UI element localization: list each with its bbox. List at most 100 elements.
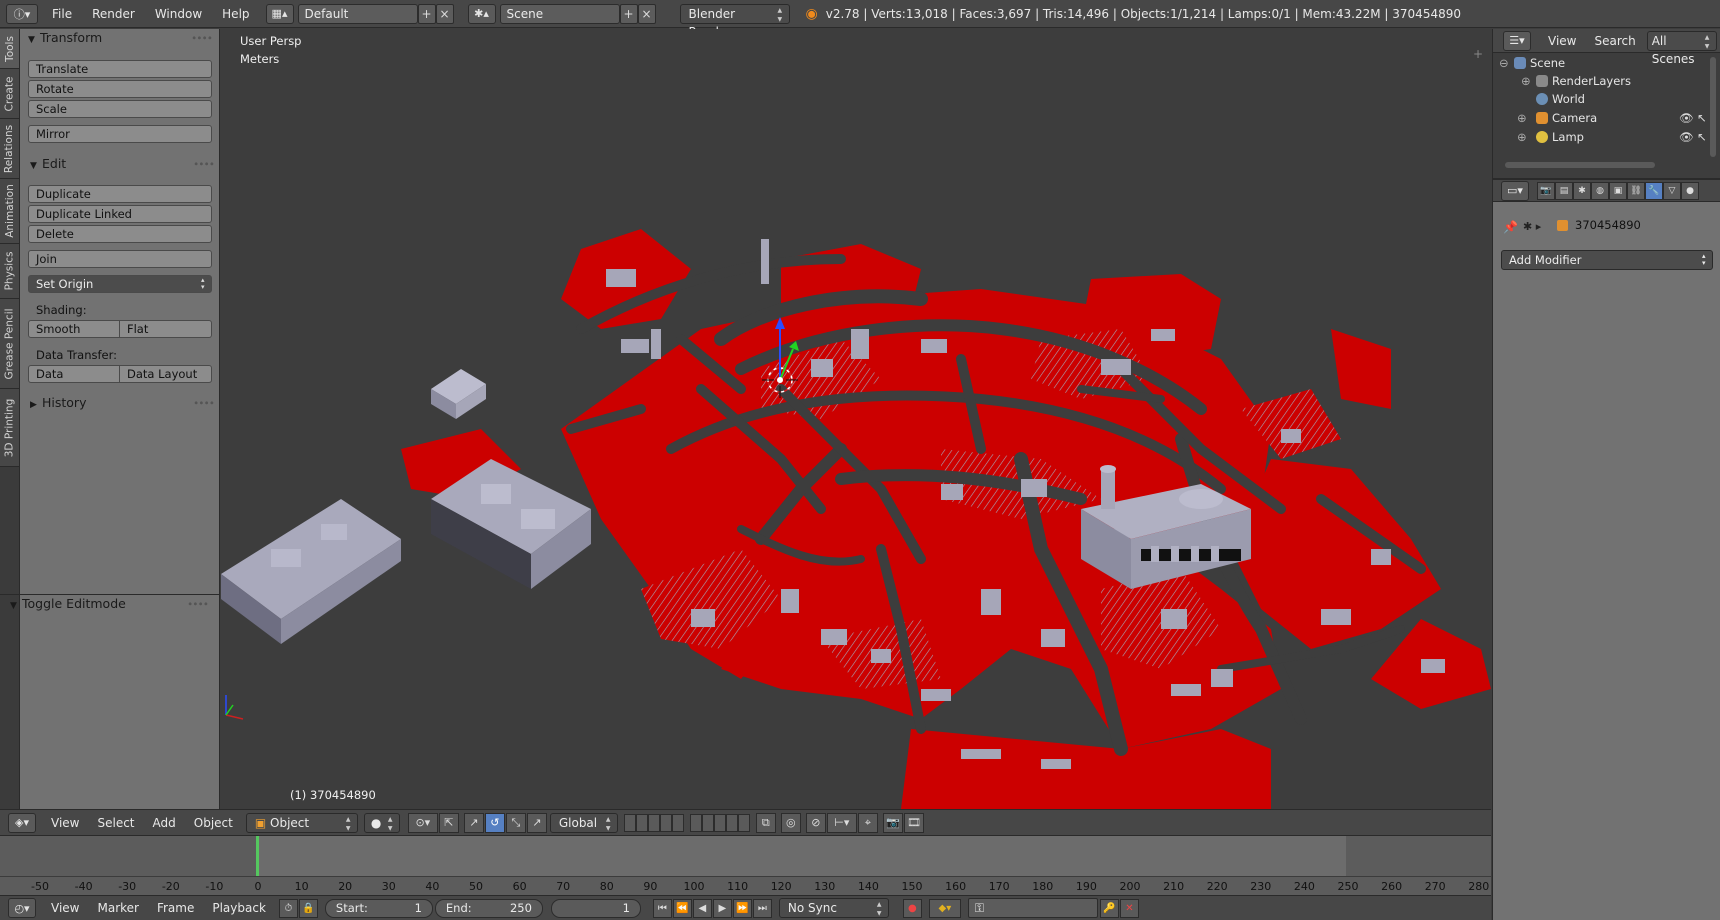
jump-end-icon[interactable]: ⏭ xyxy=(752,898,772,918)
material-tab-icon[interactable]: ● xyxy=(1681,181,1699,200)
object-tab-icon[interactable]: ▣ xyxy=(1609,181,1627,200)
renderlayer-tab-icon[interactable]: ▤ xyxy=(1555,181,1573,200)
menu-window[interactable]: Window xyxy=(145,0,212,28)
tab-animation[interactable]: Animation xyxy=(0,179,19,244)
render-tab-icon[interactable]: 📷 xyxy=(1537,181,1555,200)
scene-tab-icon[interactable]: ✱ xyxy=(1573,181,1591,200)
menu-playback[interactable]: Playback xyxy=(203,901,275,915)
proportional-edit-icon[interactable]: ◎ xyxy=(780,812,801,833)
selectability-cursor-icon[interactable]: ↖ xyxy=(1697,109,1707,128)
insert-keyframe-icon[interactable]: 🔑 xyxy=(1099,898,1119,918)
menu-help[interactable]: Help xyxy=(212,0,259,28)
menu-add[interactable]: Add xyxy=(144,816,185,830)
mirror-button[interactable]: Mirror xyxy=(28,125,212,143)
expand-icon[interactable]: ⊕ xyxy=(1521,72,1531,91)
menu-timeline-view[interactable]: View xyxy=(42,901,88,915)
play-reverse-icon[interactable]: ◀ xyxy=(692,898,712,918)
layer-buttons-a[interactable] xyxy=(623,813,684,832)
outliner-row-world[interactable]: World xyxy=(1493,90,1713,109)
drag-grip-icon[interactable]: ∙∙∙∙ xyxy=(193,156,215,174)
drag-grip-icon[interactable]: ∙∙∙∙ xyxy=(187,596,209,614)
pin-icon[interactable]: 📌 xyxy=(1503,220,1518,234)
keying-set-field[interactable]: ⚿ xyxy=(967,898,1098,918)
snap-element-icon[interactable]: ⊢▾ xyxy=(826,812,857,833)
selectability-cursor-icon[interactable]: ↖ xyxy=(1697,128,1707,147)
manipulator-toggle-icon[interactable]: ⇱ xyxy=(438,812,459,833)
data-tab-icon[interactable]: ▽ xyxy=(1663,181,1681,200)
render-animation-icon[interactable]: 🎞 xyxy=(903,812,924,833)
duplicate-button[interactable]: Duplicate xyxy=(28,185,212,203)
play-icon[interactable]: ▶ xyxy=(712,898,732,918)
keying-set-icon[interactable]: ◆▾ xyxy=(928,898,961,918)
add-region-button[interactable]: + xyxy=(1473,47,1483,61)
delete-keyframe-icon[interactable]: ✕ xyxy=(1119,898,1139,918)
jump-keyframe-back-icon[interactable]: ⏪ xyxy=(672,898,692,918)
outliner-menu-view[interactable]: View xyxy=(1539,34,1585,48)
panel-edit-header[interactable]: ▼ Edit ∙∙∙∙ xyxy=(30,155,216,173)
menu-file[interactable]: File xyxy=(42,0,82,28)
record-icon[interactable]: ● xyxy=(902,898,922,918)
constraints-tab-icon[interactable]: ⛓ xyxy=(1627,181,1645,200)
scale-manipulator-icon[interactable]: ⤡ xyxy=(505,812,526,833)
data-transfer-button[interactable]: Data xyxy=(28,365,120,383)
jump-start-icon[interactable]: ⏮ xyxy=(652,898,672,918)
tab-grease-pencil[interactable]: Grease Pencil xyxy=(0,299,19,389)
set-origin-select[interactable]: Set Origin xyxy=(28,275,212,293)
scene-field[interactable]: Scene xyxy=(499,3,620,24)
tab-relations[interactable]: Relations xyxy=(0,119,19,179)
shade-smooth-button[interactable]: Smooth xyxy=(28,320,120,338)
add-layout-button[interactable]: + xyxy=(417,3,436,24)
panel-history-header[interactable]: ▶ History ∙∙∙∙ xyxy=(30,394,216,412)
remove-scene-button[interactable]: × xyxy=(637,3,656,24)
outliner-row-lamp[interactable]: ⊕ Lamp 👁 ↖ xyxy=(1493,128,1713,147)
tab-3d-printing[interactable]: 3D Printing xyxy=(0,389,19,467)
layer-buttons-b[interactable] xyxy=(689,813,750,832)
menu-marker[interactable]: Marker xyxy=(88,901,147,915)
expand-icon[interactable]: ⊕ xyxy=(1517,109,1527,128)
jump-keyframe-forward-icon[interactable]: ⏩ xyxy=(732,898,752,918)
panel-transform-header[interactable]: ▼ Transform ∙∙∙∙ xyxy=(28,29,214,47)
menu-select[interactable]: Select xyxy=(88,816,143,830)
outliner-display-mode-select[interactable]: All Scenes xyxy=(1646,30,1717,66)
scene-icon-button[interactable]: ✱▴ xyxy=(467,3,496,24)
transform-orientation-select[interactable]: Global xyxy=(549,812,618,833)
3d-viewport[interactable]: User Persp Meters (1) 370454890 + xyxy=(221,29,1491,809)
preview-range-icon[interactable]: ⏱ xyxy=(278,898,298,918)
translate-manipulator-icon[interactable]: ↗ xyxy=(463,812,484,833)
start-frame-field[interactable]: Start: 1 xyxy=(324,898,433,918)
render-engine-select[interactable]: Blender Render xyxy=(679,3,790,39)
collapse-icon[interactable]: ⊖ xyxy=(1499,54,1509,73)
info-editor-type-button[interactable]: ⓘ▾ xyxy=(6,3,38,24)
interaction-mode-select[interactable]: ▣ Object Mode xyxy=(245,812,358,848)
outliner-menu-search[interactable]: Search xyxy=(1585,34,1644,48)
tab-physics[interactable]: Physics xyxy=(0,244,19,299)
modifiers-tab-icon[interactable]: 🔧 xyxy=(1645,181,1663,200)
sync-mode-select[interactable]: No Sync xyxy=(778,898,889,918)
outliner-row-camera[interactable]: ⊕ Camera 👁 ↖ xyxy=(1493,109,1713,128)
editor-type-properties-button[interactable]: ▭▾ xyxy=(1501,180,1529,201)
add-scene-button[interactable]: + xyxy=(619,3,638,24)
editor-type-3dview-button[interactable]: ◈▾ xyxy=(8,812,36,833)
rotate-button[interactable]: Rotate xyxy=(28,80,212,98)
visibility-eye-icon[interactable]: 👁 xyxy=(1679,128,1694,147)
panel-toggle-editmode-header[interactable]: ▼ Toggle Editmode ∙∙∙∙ xyxy=(10,595,210,613)
pivot-point-icon[interactable]: ⊙▾ xyxy=(407,812,438,833)
outliner-row-renderlayers[interactable]: ⊕ RenderLayers xyxy=(1493,72,1713,91)
outliner-horizontal-scrollbar[interactable] xyxy=(1505,162,1655,168)
drag-grip-icon[interactable]: ∙∙∙∙ xyxy=(193,395,215,413)
lock-range-icon[interactable]: 🔒 xyxy=(298,898,318,918)
duplicate-linked-button[interactable]: Duplicate Linked xyxy=(28,205,212,223)
viewport-shading-select[interactable]: ● xyxy=(363,812,400,833)
remove-layout-button[interactable]: × xyxy=(435,3,454,24)
rotate-manipulator-icon[interactable]: ↺ xyxy=(484,812,505,833)
delete-button[interactable]: Delete xyxy=(28,225,212,243)
snap-target-icon[interactable]: ⌖ xyxy=(857,812,878,833)
world-tab-icon[interactable]: ◍ xyxy=(1591,181,1609,200)
menu-frame[interactable]: Frame xyxy=(148,901,203,915)
scale-button[interactable]: Scale xyxy=(28,100,212,118)
editor-type-timeline-button[interactable]: ◴▾ xyxy=(8,898,36,918)
current-frame-field[interactable]: 1 xyxy=(550,898,641,918)
screen-layout-icon[interactable]: ▦▴ xyxy=(265,3,294,24)
shade-flat-button[interactable]: Flat xyxy=(120,320,212,338)
render-opengl-icon[interactable]: 📷 xyxy=(882,812,903,833)
